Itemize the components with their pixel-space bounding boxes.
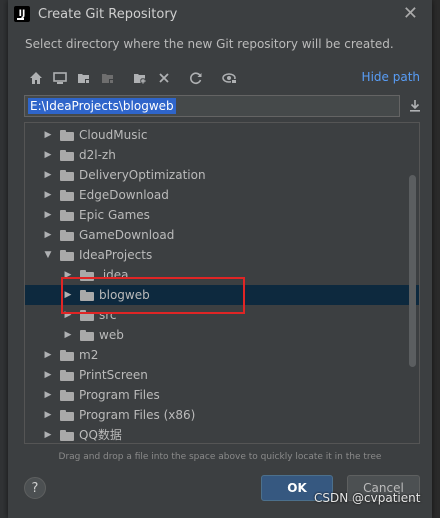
module-folder-icon[interactable] <box>98 68 118 88</box>
tree-row-label: QQ数据 <box>79 428 122 442</box>
drag-drop-hint: Drag and drop a file into the space abov… <box>58 452 382 462</box>
project-folder-icon[interactable] <box>74 68 94 88</box>
expand-arrow-right-icon[interactable]: ▶ <box>43 205 53 225</box>
download-icon[interactable] <box>406 96 424 116</box>
folder-icon <box>60 170 74 181</box>
tree-row-label: EdgeDownload <box>79 188 169 202</box>
tree-row[interactable]: ▶ CloudMusic <box>25 125 419 145</box>
folder-icon <box>60 430 74 441</box>
tree-row[interactable]: ▼ IdeaProjects <box>25 245 419 265</box>
dialog-title: Create Git Repository <box>38 7 178 22</box>
tree-row-label: Epic Games <box>79 208 150 222</box>
tree-row[interactable]: ▶ Program Files <box>25 385 419 405</box>
path-input[interactable]: E:\IdeaProjects\blogweb <box>24 95 400 117</box>
tree-row[interactable]: ▶ PrintScreen <box>25 365 419 385</box>
tree-scrollbar[interactable] <box>409 175 416 367</box>
expand-arrow-right-icon[interactable]: ▶ <box>43 185 53 205</box>
folder-icon <box>60 190 74 201</box>
folder-icon <box>60 370 74 381</box>
tree-row-label: Program Files <box>79 388 160 402</box>
folder-icon <box>60 410 74 421</box>
tree-row-label: web <box>99 328 124 342</box>
hide-path-link[interactable]: Hide path <box>362 70 420 84</box>
tree-row-label: GameDownload <box>79 228 175 242</box>
expand-arrow-right-icon[interactable]: ▶ <box>43 125 53 145</box>
folder-icon <box>80 330 94 341</box>
help-button[interactable]: ? <box>24 477 46 499</box>
delete-icon[interactable] <box>154 68 174 88</box>
tree-row[interactable]: ▶ EdgeDownload <box>25 185 419 205</box>
tree-row-label: Program Files (x86) <box>79 408 196 422</box>
tree-row[interactable]: ▶ web <box>25 325 419 345</box>
expand-arrow-right-icon[interactable]: ▶ <box>43 345 53 365</box>
expand-arrow-down-icon[interactable]: ▼ <box>43 245 53 265</box>
tree-row-label: PrintScreen <box>79 368 148 382</box>
tree-row[interactable]: ▶ DeliveryOptimization <box>25 165 419 185</box>
dialog-titlebar: IJ Create Git Repository ✕ <box>8 0 432 30</box>
desktop-icon[interactable] <box>50 68 70 88</box>
tree-row-label: m2 <box>79 348 99 362</box>
folder-icon <box>60 130 74 141</box>
refresh-icon[interactable] <box>186 68 206 88</box>
close-icon[interactable]: ✕ <box>403 4 418 24</box>
folder-icon <box>60 230 74 241</box>
create-git-repository-dialog: IJ Create Git Repository ✕ Select direct… <box>8 0 432 518</box>
tree-row[interactable]: ▶ GameDownload <box>25 225 419 245</box>
tree-row[interactable]: ▶ m2 <box>25 345 419 365</box>
show-hidden-icon[interactable] <box>220 68 240 88</box>
folder-icon <box>60 150 74 161</box>
new-folder-icon[interactable] <box>130 68 150 88</box>
tree-row-label: DeliveryOptimization <box>79 168 206 182</box>
expand-arrow-right-icon[interactable]: ▶ <box>43 225 53 245</box>
folder-icon <box>60 350 74 361</box>
home-icon[interactable] <box>26 68 46 88</box>
expand-arrow-right-icon[interactable]: ▶ <box>43 365 53 385</box>
tree-row[interactable]: ▶ Epic Games <box>25 205 419 225</box>
expand-arrow-right-icon[interactable]: ▶ <box>43 165 53 185</box>
tree-row-label: CloudMusic <box>79 128 148 142</box>
expand-arrow-right-icon[interactable]: ▶ <box>43 425 53 443</box>
tree-row-label: d2l-zh <box>79 148 116 162</box>
expand-arrow-right-icon[interactable]: ▶ <box>43 405 53 425</box>
tree-row[interactable]: ▶ d2l-zh <box>25 145 419 165</box>
folder-icon <box>60 210 74 221</box>
expand-arrow-right-icon[interactable]: ▶ <box>43 145 53 165</box>
watermark-text: CSDN @cvpatient <box>314 491 421 505</box>
file-chooser-toolbar: Hide path <box>24 66 424 90</box>
tree-row-label: IdeaProjects <box>79 248 153 262</box>
intellij-app-icon: IJ <box>14 6 30 22</box>
annotation-highlight-box <box>61 277 245 314</box>
dialog-description: Select directory where the new Git repos… <box>25 37 394 51</box>
folder-icon <box>60 250 74 261</box>
path-input-value: E:\IdeaProjects\blogweb <box>28 98 176 114</box>
folder-icon <box>60 390 74 401</box>
expand-arrow-right-icon[interactable]: ▶ <box>43 385 53 405</box>
expand-arrow-right-icon[interactable]: ▶ <box>63 325 73 345</box>
tree-row[interactable]: ▶ QQ数据 <box>25 425 419 443</box>
tree-row[interactable]: ▶ Program Files (x86) <box>25 405 419 425</box>
